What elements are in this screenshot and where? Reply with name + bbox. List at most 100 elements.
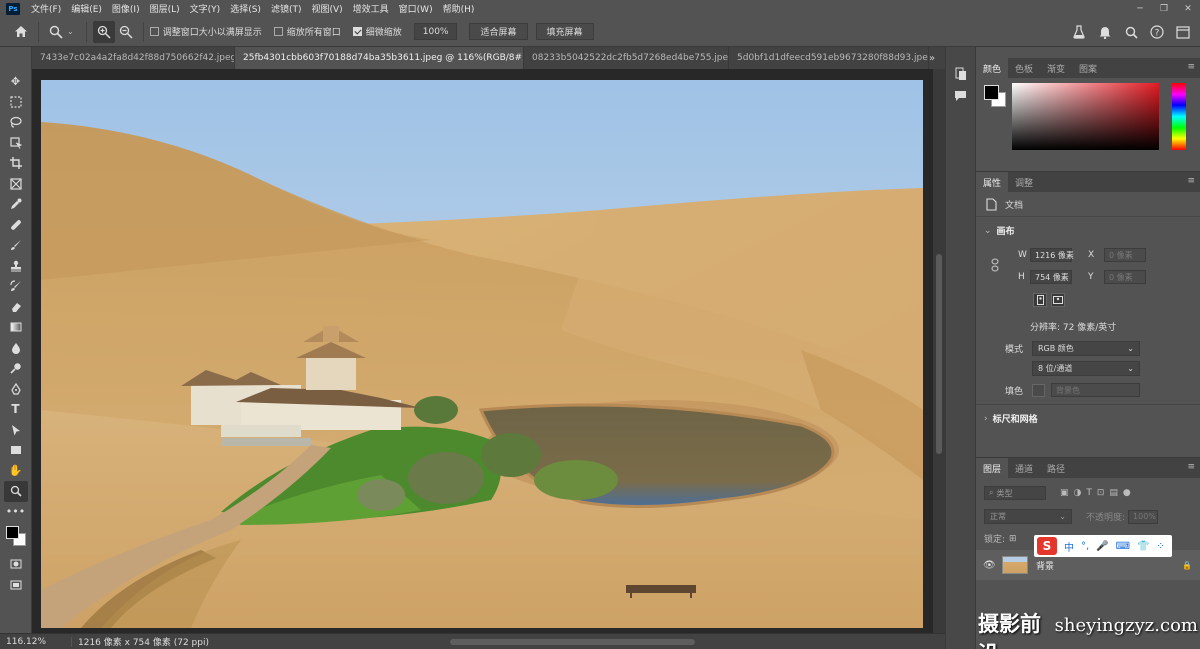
tab-adjustments[interactable]: 调整 [1008,172,1040,192]
height-field[interactable]: 754 像素 [1030,270,1072,284]
search-icon[interactable] [1118,21,1144,43]
ime-microphone-icon[interactable]: 🎤 [1096,541,1108,552]
x-field[interactable]: 0 像素 [1104,248,1146,262]
lasso-tool-icon[interactable] [4,112,28,133]
ime-toolbox-icon[interactable]: ⁘ [1157,541,1165,552]
canvas-section-header[interactable]: ⌄ 画布 [984,224,1015,238]
help-icon[interactable]: ? [1144,21,1170,43]
more-tabs-icon[interactable]: » [929,47,943,69]
close-window-icon[interactable]: ✕ [1176,0,1200,17]
menu-plugins[interactable]: 增效工具 [348,2,394,15]
panel-menu-icon[interactable]: ≡ [1187,62,1195,72]
menu-type[interactable]: 文字(Y) [185,2,226,15]
fit-screen-button[interactable]: 适合屏幕 [469,23,528,40]
gradient-tool-icon[interactable] [4,317,28,338]
menu-view[interactable]: 视图(V) [306,2,347,15]
tab-gradients[interactable]: 渐变 [1040,58,1072,78]
object-select-tool-icon[interactable] [4,133,28,154]
restore-icon[interactable]: ❐ [1152,0,1176,17]
zoom-out-icon[interactable] [115,21,137,43]
saturation-brightness-field[interactable] [1012,83,1159,150]
ime-chinese-toggle[interactable]: 中 [1064,539,1074,554]
link-icon[interactable] [991,258,999,272]
status-zoom[interactable]: 116.12% [0,636,72,647]
move-tool-icon[interactable]: ✥ [4,71,28,92]
resize-windows-checkbox[interactable] [149,27,159,36]
fill-screen-button[interactable]: 填充屏幕 [535,23,594,40]
lock-pixels-icon[interactable]: ⊞ [1009,534,1017,544]
rectangle-tool-icon[interactable] [4,440,28,461]
quick-mask-icon[interactable] [4,554,28,575]
scrubby-zoom-checkbox[interactable] [352,27,362,36]
foreground-color-swatch[interactable] [984,85,999,100]
tab-channels[interactable]: 通道 [1008,458,1040,478]
healing-brush-tool-icon[interactable] [4,215,28,236]
vertical-scrollbar[interactable] [933,69,945,633]
menu-layer[interactable]: 图层(L) [145,2,185,15]
type-tool-icon[interactable]: T [4,399,28,420]
ime-keyboard-icon[interactable]: ⌨ [1116,541,1130,552]
lock-icon[interactable]: 🔒 [1182,561,1192,570]
color-swatches[interactable] [3,524,29,548]
zoom-tool-icon[interactable] [3,481,28,502]
more-tools-icon[interactable]: ••• [4,502,28,523]
canvas-area[interactable] [32,69,945,633]
tab-color[interactable]: 颜色 [976,58,1009,78]
history-brush-tool-icon[interactable] [4,276,28,297]
panel-menu-icon[interactable]: ≡ [1187,462,1195,472]
eyedropper-tool-icon[interactable] [4,194,28,215]
menu-image[interactable]: 图像(I) [107,2,145,15]
menu-select[interactable]: 选择(S) [225,2,266,15]
dodge-tool-icon[interactable] [4,358,28,379]
fill-select[interactable]: 背景色 [1051,383,1140,397]
path-select-tool-icon[interactable] [4,420,28,441]
tab-document-3[interactable]: 08233b5042522dc2fb5d7268ed4be755.jpeg [524,47,729,69]
menu-file[interactable]: 文件(F) [26,2,66,15]
tab-patterns[interactable]: 图案 [1072,58,1104,78]
menu-filter[interactable]: 滤镜(T) [266,2,307,15]
tab-layers[interactable]: 图层 [976,458,1009,478]
eraser-tool-icon[interactable] [4,297,28,318]
foreground-color-swatch[interactable] [5,526,19,539]
crop-tool-icon[interactable] [4,153,28,174]
sogou-logo-icon[interactable]: S [1037,537,1057,555]
fill-color-swatch[interactable] [1032,383,1045,397]
opacity-field[interactable]: 100% [1128,509,1159,524]
menu-edit[interactable]: 编辑(E) [66,2,107,15]
home-icon[interactable] [10,21,32,43]
tab-swatches[interactable]: 色板 [1008,58,1040,78]
rulers-section-header[interactable]: › 标尺和网格 [984,412,1038,426]
marquee-tool-icon[interactable] [4,92,28,113]
layer-filter-select[interactable]: ⌕ 类型 [984,486,1046,500]
comments-panel-icon[interactable] [950,85,972,107]
brush-tool-icon[interactable] [4,235,28,256]
tab-properties[interactable]: 属性 [976,172,1009,192]
workspace-icon[interactable] [1170,21,1196,43]
panel-menu-icon[interactable]: ≡ [1187,176,1195,186]
portrait-orientation-icon[interactable] [1033,293,1047,307]
ime-skin-icon[interactable]: 👕 [1137,541,1149,552]
landscape-orientation-icon[interactable] [1051,293,1065,307]
tab-document-2[interactable]: 25fb4301cbb603f70188d74ba35b3611.jpeg @ … [235,47,524,69]
blur-tool-icon[interactable] [4,338,28,359]
zoom-all-option[interactable]: 缩放所有窗口 [273,25,341,38]
hand-tool-icon[interactable]: ✋ [4,461,28,482]
tab-paths[interactable]: 路径 [1040,458,1072,478]
bit-depth-select[interactable]: 8 位/通道 ⌄ [1032,361,1140,376]
scrubby-zoom-option[interactable]: 细微缩放 [352,25,402,38]
zoom-percent-field[interactable]: 100% [413,23,458,40]
flask-icon[interactable] [1066,21,1092,43]
horizontal-scrollbar-thumb[interactable] [450,639,695,645]
width-field[interactable]: 1216 像素 [1030,248,1074,262]
hue-slider[interactable] [1172,83,1186,150]
visibility-eye-icon[interactable]: 👁 [983,560,996,571]
minimize-icon[interactable]: ─ [1128,0,1152,17]
resize-windows-option[interactable]: 调整窗口大小以满屏显示 [149,25,262,38]
vertical-scrollbar-thumb[interactable] [936,254,942,454]
tab-document-1[interactable]: 7433e7c02a4a2fa8d42f88d750662f42.jpeg [32,47,235,69]
mode-select[interactable]: RGB 颜色 ⌄ [1032,341,1140,356]
blend-mode-select[interactable]: 正常 ⌄ [984,509,1072,524]
layer-filter-icons[interactable]: ▣◑T⊡▤● [1060,488,1136,498]
stamp-tool-icon[interactable] [4,256,28,277]
pen-tool-icon[interactable] [4,379,28,400]
